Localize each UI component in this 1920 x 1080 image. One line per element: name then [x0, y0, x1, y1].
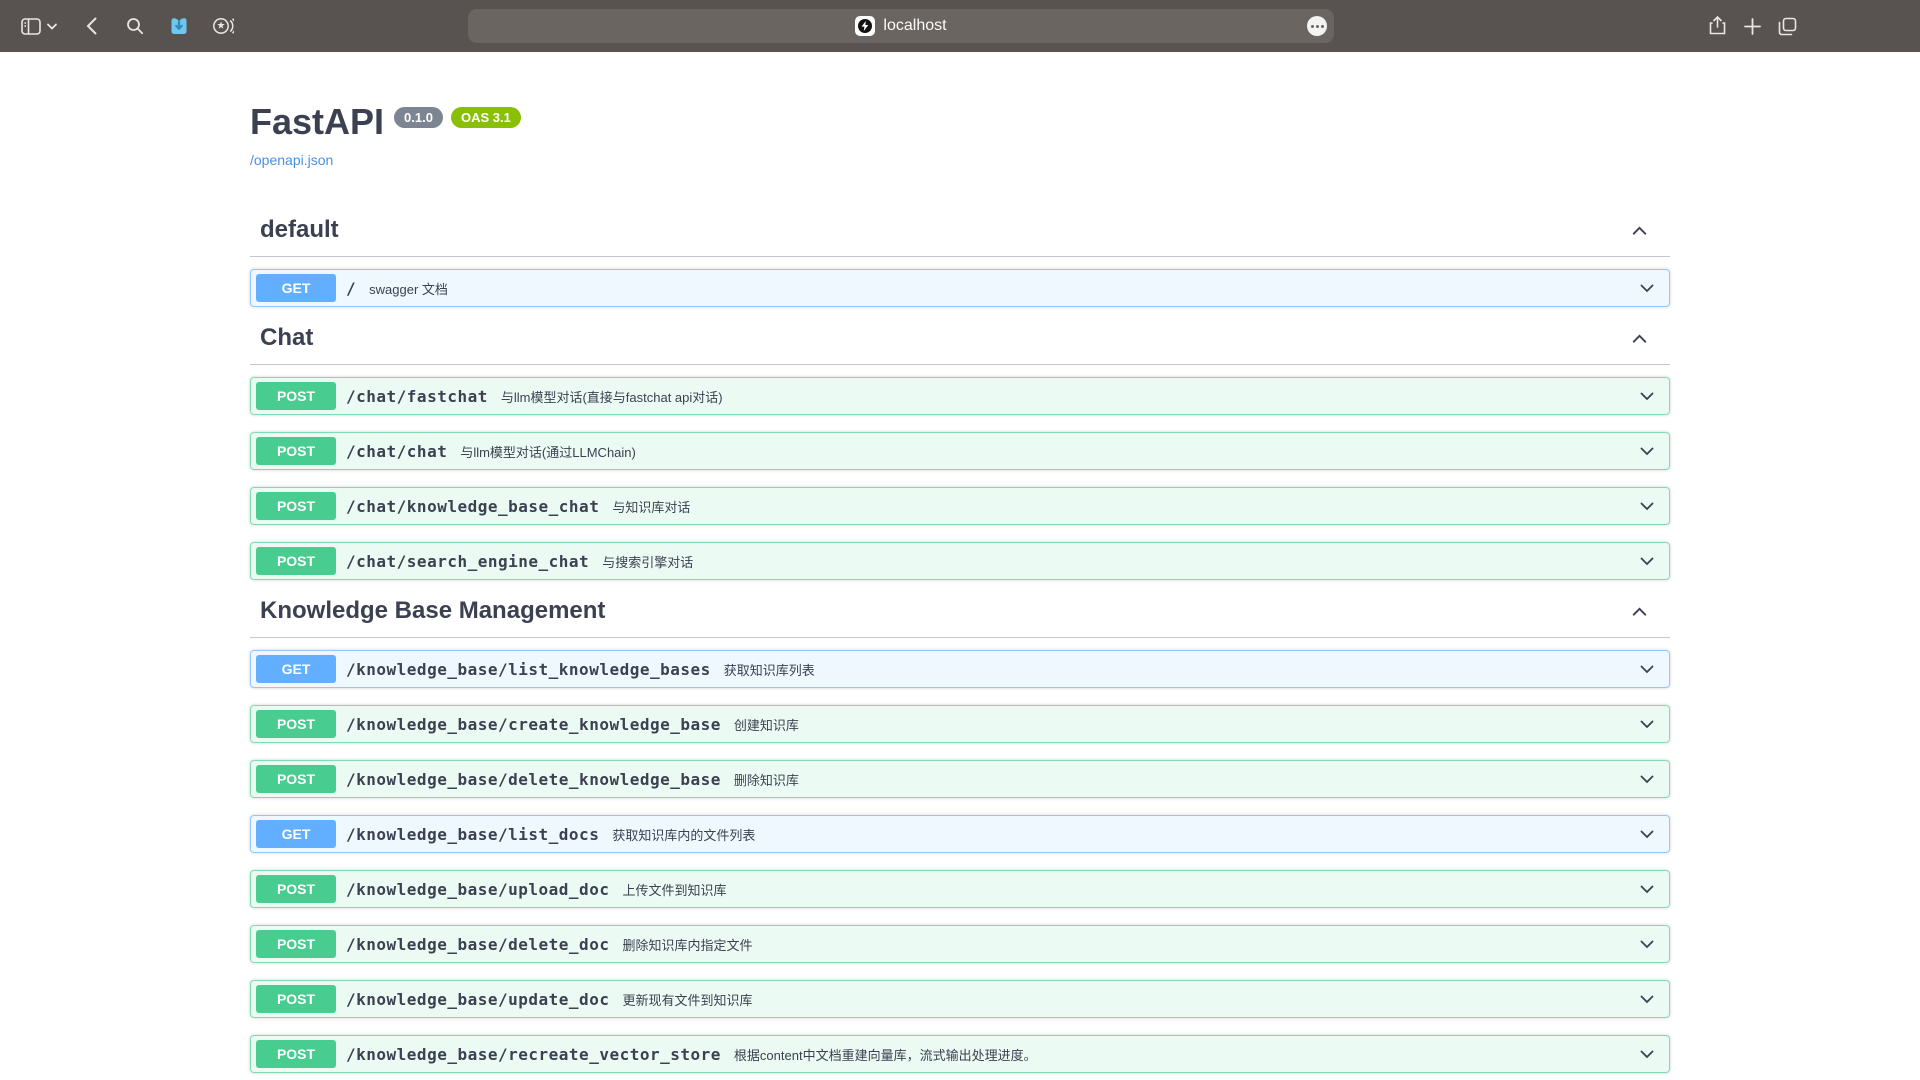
section-title: default — [260, 216, 1629, 244]
expand-operation-icon[interactable] — [1637, 824, 1657, 844]
http-method-badge: POST — [256, 547, 336, 575]
operation-summary: 与搜索引擎对话 — [602, 552, 693, 571]
collapse-section-icon[interactable] — [1629, 328, 1650, 349]
operation-row[interactable]: POST /knowledge_base/recreate_vector_sto… — [250, 1035, 1670, 1073]
collapse-section-icon[interactable] — [1629, 601, 1650, 622]
site-favicon — [855, 16, 875, 36]
section-header[interactable]: default — [250, 216, 1670, 257]
tab-overview-icon[interactable] — [1776, 15, 1798, 37]
page-title: FastAPI — [250, 100, 384, 144]
oas-badge: OAS 3.1 — [451, 107, 521, 128]
http-method-badge: POST — [256, 875, 336, 903]
api-section: default GET / swagger 文档 — [250, 216, 1670, 307]
page-menu-icon[interactable] — [1307, 16, 1327, 36]
operation-path: /knowledge_base/list_docs — [346, 825, 599, 844]
operation-row[interactable]: GET /knowledge_base/list_docs 获取知识库内的文件列… — [250, 815, 1670, 853]
version-badge: 0.1.0 — [394, 107, 443, 128]
http-method-badge: POST — [256, 437, 336, 465]
section-header[interactable]: Chat — [250, 324, 1670, 365]
operation-summary: 根据content中文档重建向量库，流式输出处理进度。 — [734, 1045, 1037, 1064]
section-title: Knowledge Base Management — [260, 597, 1629, 625]
operation-row[interactable]: GET /knowledge_base/list_knowledge_bases… — [250, 650, 1670, 688]
search-icon[interactable] — [124, 15, 146, 37]
operation-path: /knowledge_base/delete_knowledge_base — [346, 770, 721, 789]
operation-path: /knowledge_base/create_knowledge_base — [346, 715, 721, 734]
operation-path: /knowledge_base/delete_doc — [346, 935, 609, 954]
operation-row[interactable]: POST /knowledge_base/upload_doc 上传文件到知识库 — [250, 870, 1670, 908]
expand-operation-icon[interactable] — [1637, 441, 1657, 461]
sidebar-chevron-icon[interactable] — [46, 15, 58, 37]
sidebar-toggle-icon[interactable] — [20, 15, 42, 37]
section-title: Chat — [260, 324, 1629, 352]
http-method-badge: POST — [256, 985, 336, 1013]
expand-operation-icon[interactable] — [1637, 496, 1657, 516]
api-info: FastAPI 0.1.0 OAS 3.1 — [0, 52, 1920, 144]
operation-path: /knowledge_base/update_doc — [346, 990, 609, 1009]
operation-row[interactable]: POST /knowledge_base/create_knowledge_ba… — [250, 705, 1670, 743]
http-method-badge: GET — [256, 274, 336, 302]
pinned-tab-icon[interactable] — [168, 15, 190, 37]
section-header[interactable]: Knowledge Base Management — [250, 597, 1670, 638]
operation-row[interactable]: POST /knowledge_base/delete_doc 删除知识库内指定… — [250, 925, 1670, 963]
address-text: localhost — [883, 17, 946, 35]
operation-row[interactable]: POST /chat/knowledge_base_chat 与知识库对话 — [250, 487, 1670, 525]
expand-operation-icon[interactable] — [1637, 714, 1657, 734]
http-method-badge: POST — [256, 930, 336, 958]
operation-summary: 删除知识库内指定文件 — [622, 935, 752, 954]
api-section: Knowledge Base Management GET /knowledge… — [250, 597, 1670, 1073]
openapi-spec-link[interactable]: /openapi.json — [250, 152, 333, 168]
share-icon[interactable] — [1706, 15, 1728, 37]
http-method-badge: POST — [256, 492, 336, 520]
operation-row[interactable]: POST /chat/search_engine_chat 与搜索引擎对话 — [250, 542, 1670, 580]
expand-operation-icon[interactable] — [1637, 769, 1657, 789]
operation-summary: 删除知识库 — [734, 770, 799, 789]
operation-path: /knowledge_base/list_knowledge_bases — [346, 660, 711, 679]
operation-summary: 获取知识库内的文件列表 — [612, 825, 755, 844]
operation-row[interactable]: GET / swagger 文档 — [250, 269, 1670, 307]
operation-row[interactable]: POST /chat/chat 与llm模型对话(通过LLMChain) — [250, 432, 1670, 470]
operation-row[interactable]: POST /chat/fastchat 与llm模型对话(直接与fastchat… — [250, 377, 1670, 415]
expand-operation-icon[interactable] — [1637, 551, 1657, 571]
http-method-badge: POST — [256, 710, 336, 738]
operation-summary: 与知识库对话 — [612, 497, 690, 516]
operation-path: /chat/knowledge_base_chat — [346, 497, 599, 516]
operation-path: /chat/fastchat — [346, 387, 488, 406]
operation-summary: 与llm模型对话(通过LLMChain) — [460, 442, 636, 461]
expand-operation-icon[interactable] — [1637, 989, 1657, 1009]
live-rings-icon[interactable] — [212, 15, 234, 37]
operation-path: /knowledge_base/recreate_vector_store — [346, 1045, 721, 1064]
operation-path: /chat/search_engine_chat — [346, 552, 589, 571]
http-method-badge: POST — [256, 765, 336, 793]
expand-operation-icon[interactable] — [1637, 879, 1657, 899]
operation-summary: 获取知识库列表 — [724, 660, 815, 679]
back-icon[interactable] — [80, 15, 102, 37]
operation-summary: 更新现有文件到知识库 — [622, 990, 752, 1009]
api-section: Chat POST /chat/fastchat 与llm模型对话(直接与fas… — [250, 324, 1670, 580]
collapse-section-icon[interactable] — [1629, 220, 1650, 241]
api-sections: default GET / swagger 文档 Chat POST /chat… — [250, 216, 1670, 1073]
http-method-badge: POST — [256, 1040, 336, 1068]
operation-path: /chat/chat — [346, 442, 447, 461]
expand-operation-icon[interactable] — [1637, 659, 1657, 679]
expand-operation-icon[interactable] — [1637, 934, 1657, 954]
operation-summary: swagger 文档 — [369, 279, 448, 298]
operation-path: /knowledge_base/upload_doc — [346, 880, 609, 899]
operation-path: / — [346, 279, 356, 298]
expand-operation-icon[interactable] — [1637, 1044, 1657, 1064]
swagger-page: FastAPI 0.1.0 OAS 3.1 /openapi.json defa… — [0, 52, 1920, 1080]
operation-summary: 创建知识库 — [734, 715, 799, 734]
address-bar[interactable]: localhost — [468, 9, 1334, 43]
new-tab-icon[interactable] — [1741, 15, 1763, 37]
operation-row[interactable]: POST /knowledge_base/update_doc 更新现有文件到知… — [250, 980, 1670, 1018]
http-method-badge: GET — [256, 655, 336, 683]
operation-summary: 与llm模型对话(直接与fastchat api对话) — [501, 387, 723, 406]
browser-toolbar: localhost — [0, 0, 1920, 52]
expand-operation-icon[interactable] — [1637, 386, 1657, 406]
http-method-badge: POST — [256, 382, 336, 410]
operation-row[interactable]: POST /knowledge_base/delete_knowledge_ba… — [250, 760, 1670, 798]
http-method-badge: GET — [256, 820, 336, 848]
expand-operation-icon[interactable] — [1637, 278, 1657, 298]
operation-summary: 上传文件到知识库 — [622, 880, 726, 899]
